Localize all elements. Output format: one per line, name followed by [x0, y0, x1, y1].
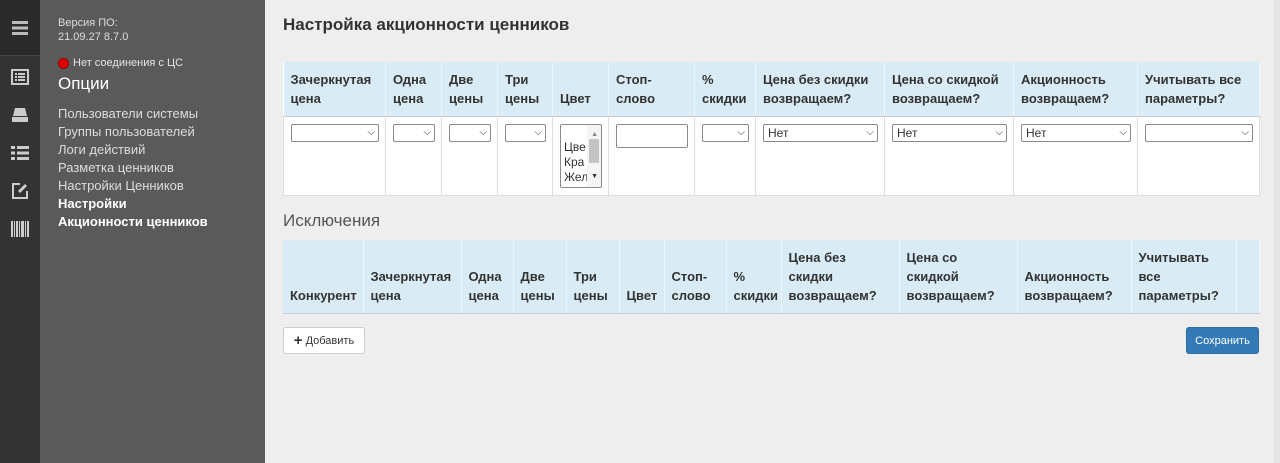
column-header: Акционность возвращаем?: [1017, 240, 1132, 314]
column-header: Цена со скидкой возвращаем?: [899, 240, 1018, 314]
chevron-down-icon: ⌵: [1241, 127, 1249, 138]
chevron-down-icon: ⌵: [423, 127, 431, 138]
list-icon: [11, 146, 29, 160]
sidebar-item-users[interactable]: Пользователи системы: [58, 105, 265, 123]
document-list-icon: [11, 69, 29, 85]
settings-table: Зачеркнутая цена Одна цена Две цены Три …: [283, 62, 1260, 196]
save-button[interactable]: Сохранить: [1186, 327, 1259, 354]
column-header-actions: [1236, 240, 1260, 314]
scroll-down-icon[interactable]: ▼: [591, 169, 598, 184]
stop-word-input[interactable]: [616, 124, 688, 148]
printer-icon: [12, 108, 28, 122]
column-header: Цена со скидкой возвращаем?: [884, 62, 1014, 117]
page-title: Настройка акционности ценников: [283, 15, 570, 34]
column-header: % скидки: [694, 62, 756, 117]
page-scrollbar[interactable]: [1274, 0, 1280, 463]
icon-rail: [0, 0, 40, 463]
connection-status: Нет соединения с ЦС: [58, 57, 265, 69]
column-header: Акционность возвращаем?: [1013, 62, 1138, 117]
two-prices-select[interactable]: ⌵: [449, 124, 491, 142]
nav-print[interactable]: [0, 96, 40, 134]
sidebar-item-tag-layout[interactable]: Разметка ценников: [58, 159, 265, 177]
column-header: Цена без скидки возвращаем?: [781, 240, 900, 314]
column-header: Одна цена: [461, 240, 514, 314]
sidebar-item-promo-settings[interactable]: Настройки Акционности ценников: [58, 195, 208, 231]
column-header: Три цены: [566, 240, 620, 314]
three-prices-select[interactable]: ⌵: [505, 124, 546, 142]
sidebar-item-action-logs[interactable]: Логи действий: [58, 141, 265, 159]
nav-list[interactable]: [0, 134, 40, 172]
column-header: Учитывать все параметры?: [1137, 62, 1260, 117]
version-value: 21.09.27 8.7.0: [58, 31, 129, 43]
status-dot-icon: [58, 57, 69, 69]
connection-status-text: Нет соединения с ЦС: [73, 57, 184, 69]
add-button-label: Добавить: [305, 334, 355, 347]
exclusions-table: Конкурент Зачеркнутая цена Одна цена Две…: [283, 240, 1260, 314]
column-header: Зачеркнутая цена: [363, 240, 462, 314]
column-header: Две цены: [441, 62, 498, 117]
column-header: Учитывать все параметры?: [1131, 240, 1237, 314]
one-price-select[interactable]: ⌵: [393, 124, 435, 142]
nav-barcode[interactable]: [0, 210, 40, 248]
scroll-up-icon[interactable]: ▲: [591, 127, 598, 142]
price-with-discount-select[interactable]: Нет ⌵: [892, 124, 1007, 142]
chevron-down-icon: ⌵: [479, 127, 487, 138]
column-header: Цвет: [552, 62, 609, 117]
chevron-down-icon: ⌵: [367, 127, 375, 138]
price-without-discount-select[interactable]: Нет ⌵: [763, 124, 878, 142]
column-header: Одна цена: [385, 62, 442, 117]
color-listbox[interactable]: Цве Кра Жел ▲ ▼: [560, 124, 602, 188]
plus-icon: +: [293, 331, 303, 349]
menu-toggle[interactable]: [0, 0, 40, 56]
column-header: % скидки: [726, 240, 782, 314]
menu-icon[interactable]: [12, 20, 28, 35]
options-title: Опции: [58, 74, 110, 93]
column-header: Цена без скидки возвращаем?: [755, 62, 885, 117]
main-content: Настройка акционности ценников Зачеркнут…: [265, 0, 1280, 463]
table-row: ⌵ ⌵ ⌵ ⌵ Цве Кра Жел ▲ ▼ ⌵ Нет ⌵ Нет ⌵ Не…: [283, 116, 1260, 196]
sidebar-item-user-groups[interactable]: Группы пользователей: [58, 123, 265, 141]
options-panel: Версия ПО: 21.09.27 8.7.0 Нет соединения…: [40, 0, 265, 463]
chevron-down-icon: ⌵: [866, 127, 874, 138]
column-header: Зачеркнутая цена: [283, 62, 386, 117]
barcode-icon: [11, 221, 29, 237]
crossed-price-select[interactable]: ⌵: [291, 124, 379, 142]
chevron-down-icon: ⌵: [1119, 127, 1127, 138]
discount-percent-select[interactable]: ⌵: [702, 124, 749, 142]
all-params-select[interactable]: ⌵: [1145, 124, 1253, 142]
edit-icon: [12, 183, 28, 199]
column-header: Цвет: [619, 240, 665, 314]
column-header: Стоп-слово: [608, 62, 695, 117]
nav-documents[interactable]: [0, 58, 40, 96]
promo-return-select[interactable]: Нет ⌵: [1021, 124, 1131, 142]
scrollbar-thumb[interactable]: [589, 139, 599, 163]
version-label: Версия ПО:: [58, 17, 118, 29]
exclusions-title: Исключения: [283, 211, 381, 230]
chevron-down-icon: ⌵: [995, 127, 1003, 138]
column-header: Три цены: [497, 62, 553, 117]
add-button[interactable]: + Добавить: [283, 327, 365, 354]
column-header: Стоп-слово: [664, 240, 727, 314]
nav-edit[interactable]: [0, 172, 40, 210]
column-header: Две цены: [513, 240, 567, 314]
chevron-down-icon: ⌵: [737, 127, 745, 138]
column-header: Конкурент: [283, 240, 364, 314]
chevron-down-icon: ⌵: [534, 127, 542, 138]
sidebar-item-tag-settings[interactable]: Настройки Ценников: [58, 177, 265, 195]
